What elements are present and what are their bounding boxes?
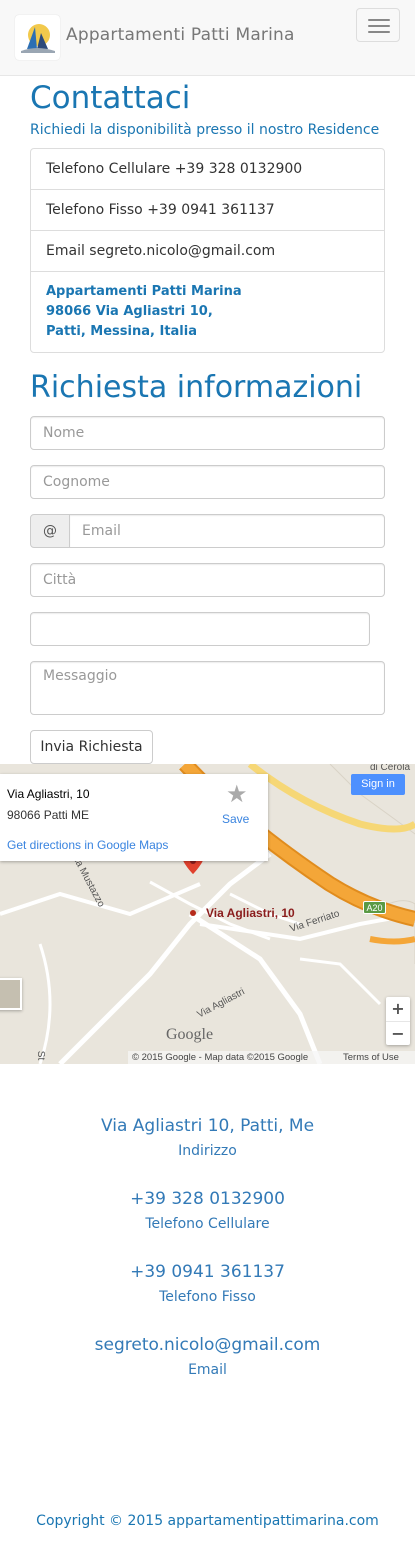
map-terms-link[interactable]: Terms of Use	[343, 1051, 399, 1064]
address-line: Appartamenti Patti Marina	[46, 284, 242, 299]
footer-value: segreto.nicolo@gmail.com	[94, 1335, 321, 1355]
zoom-out-button[interactable]: −	[386, 1021, 410, 1045]
list-item-mobile: Telefono Cellulare +39 328 0132900	[31, 149, 384, 190]
google-logo: Google	[166, 1026, 214, 1043]
copyright: Copyright © 2015 appartamentipattimarina…	[36, 1513, 379, 1529]
citta-input[interactable]	[30, 563, 385, 597]
map-zoom-control: + −	[386, 997, 410, 1045]
footer-label: Indirizzo	[178, 1143, 237, 1159]
messaggio-textarea[interactable]	[30, 661, 385, 715]
map-directions-link[interactable]: Get directions in Google Maps	[7, 838, 168, 852]
map-save-button[interactable]: Save	[222, 812, 249, 826]
footer-label: Telefono Fisso	[159, 1289, 256, 1305]
map-info-card: Via Agliastri, 10 98066 Patti ME Get dir…	[0, 774, 268, 861]
extra-input[interactable]	[30, 612, 370, 646]
footer-label: Telefono Cellulare	[145, 1216, 270, 1232]
list-item-address: Appartamenti Patti Marina 98066 Via Agli…	[31, 272, 384, 352]
submit-button[interactable]: Invia Richiesta	[30, 730, 153, 764]
menu-icon-bar	[368, 31, 390, 33]
menu-toggle-button[interactable]	[356, 8, 400, 42]
map-copyright: © 2015 Google - Map data ©2015 Google	[132, 1052, 309, 1063]
road-label: St	[35, 1050, 47, 1061]
map-info-street: Via Agliastri, 10	[7, 787, 90, 801]
menu-icon	[368, 19, 390, 21]
map-attribution: © 2015 Google - Map data ©2015 Google Te…	[128, 1051, 415, 1064]
map[interactable]: Via Ferriato Via Agliastri da Mustazzo d…	[0, 764, 415, 1064]
cognome-input[interactable]	[30, 465, 385, 499]
map-marker-label: Via Agliastri, 10	[206, 906, 295, 920]
address-line: 98066 Via Agliastri 10,	[46, 304, 213, 319]
map-info-city: 98066 Patti ME	[7, 808, 90, 822]
contact-subtitle: Richiedi la disponibilità presso il nost…	[30, 122, 380, 138]
street-view-icon[interactable]	[0, 978, 22, 1010]
form-title: Richiesta informazioni	[30, 370, 363, 405]
map-signin-button[interactable]: Sign in	[351, 774, 405, 795]
footer-address: Via Agliastri 10, Patti, Me Indirizzo	[0, 1116, 415, 1159]
nome-input[interactable]	[30, 416, 385, 450]
footer-label: Email	[188, 1362, 227, 1378]
highway-shield: A20	[363, 901, 386, 914]
footer-value: +39 328 0132900	[130, 1189, 285, 1209]
star-icon[interactable]: ★	[226, 780, 248, 808]
logo-icon[interactable]	[15, 15, 60, 60]
footer-value: +39 0941 361137	[130, 1262, 285, 1282]
footer-mobile: +39 328 0132900 Telefono Cellulare	[0, 1189, 415, 1232]
footer-email: segreto.nicolo@gmail.com Email	[0, 1335, 415, 1378]
menu-icon-bar	[368, 25, 390, 27]
address-line: Patti, Messina, Italia	[46, 324, 197, 339]
footer-landline: +39 0941 361137 Telefono Fisso	[0, 1262, 415, 1305]
list-item-landline: Telefono Fisso +39 0941 361137	[31, 190, 384, 231]
contact-list: Telefono Cellulare +39 328 0132900 Telef…	[30, 148, 385, 353]
list-item-email: Email segreto.nicolo@gmail.com	[31, 231, 384, 272]
road-label: di Cerola	[370, 764, 411, 773]
email-input[interactable]	[69, 514, 385, 548]
brand-title[interactable]: Appartamenti Patti Marina	[66, 25, 295, 45]
navbar: Appartamenti Patti Marina	[0, 0, 415, 76]
zoom-in-button[interactable]: +	[386, 997, 410, 1021]
footer-value: Via Agliastri 10, Patti, Me	[100, 1116, 315, 1136]
email-addon: @	[30, 514, 70, 548]
contact-title: Contattaci	[30, 80, 191, 116]
